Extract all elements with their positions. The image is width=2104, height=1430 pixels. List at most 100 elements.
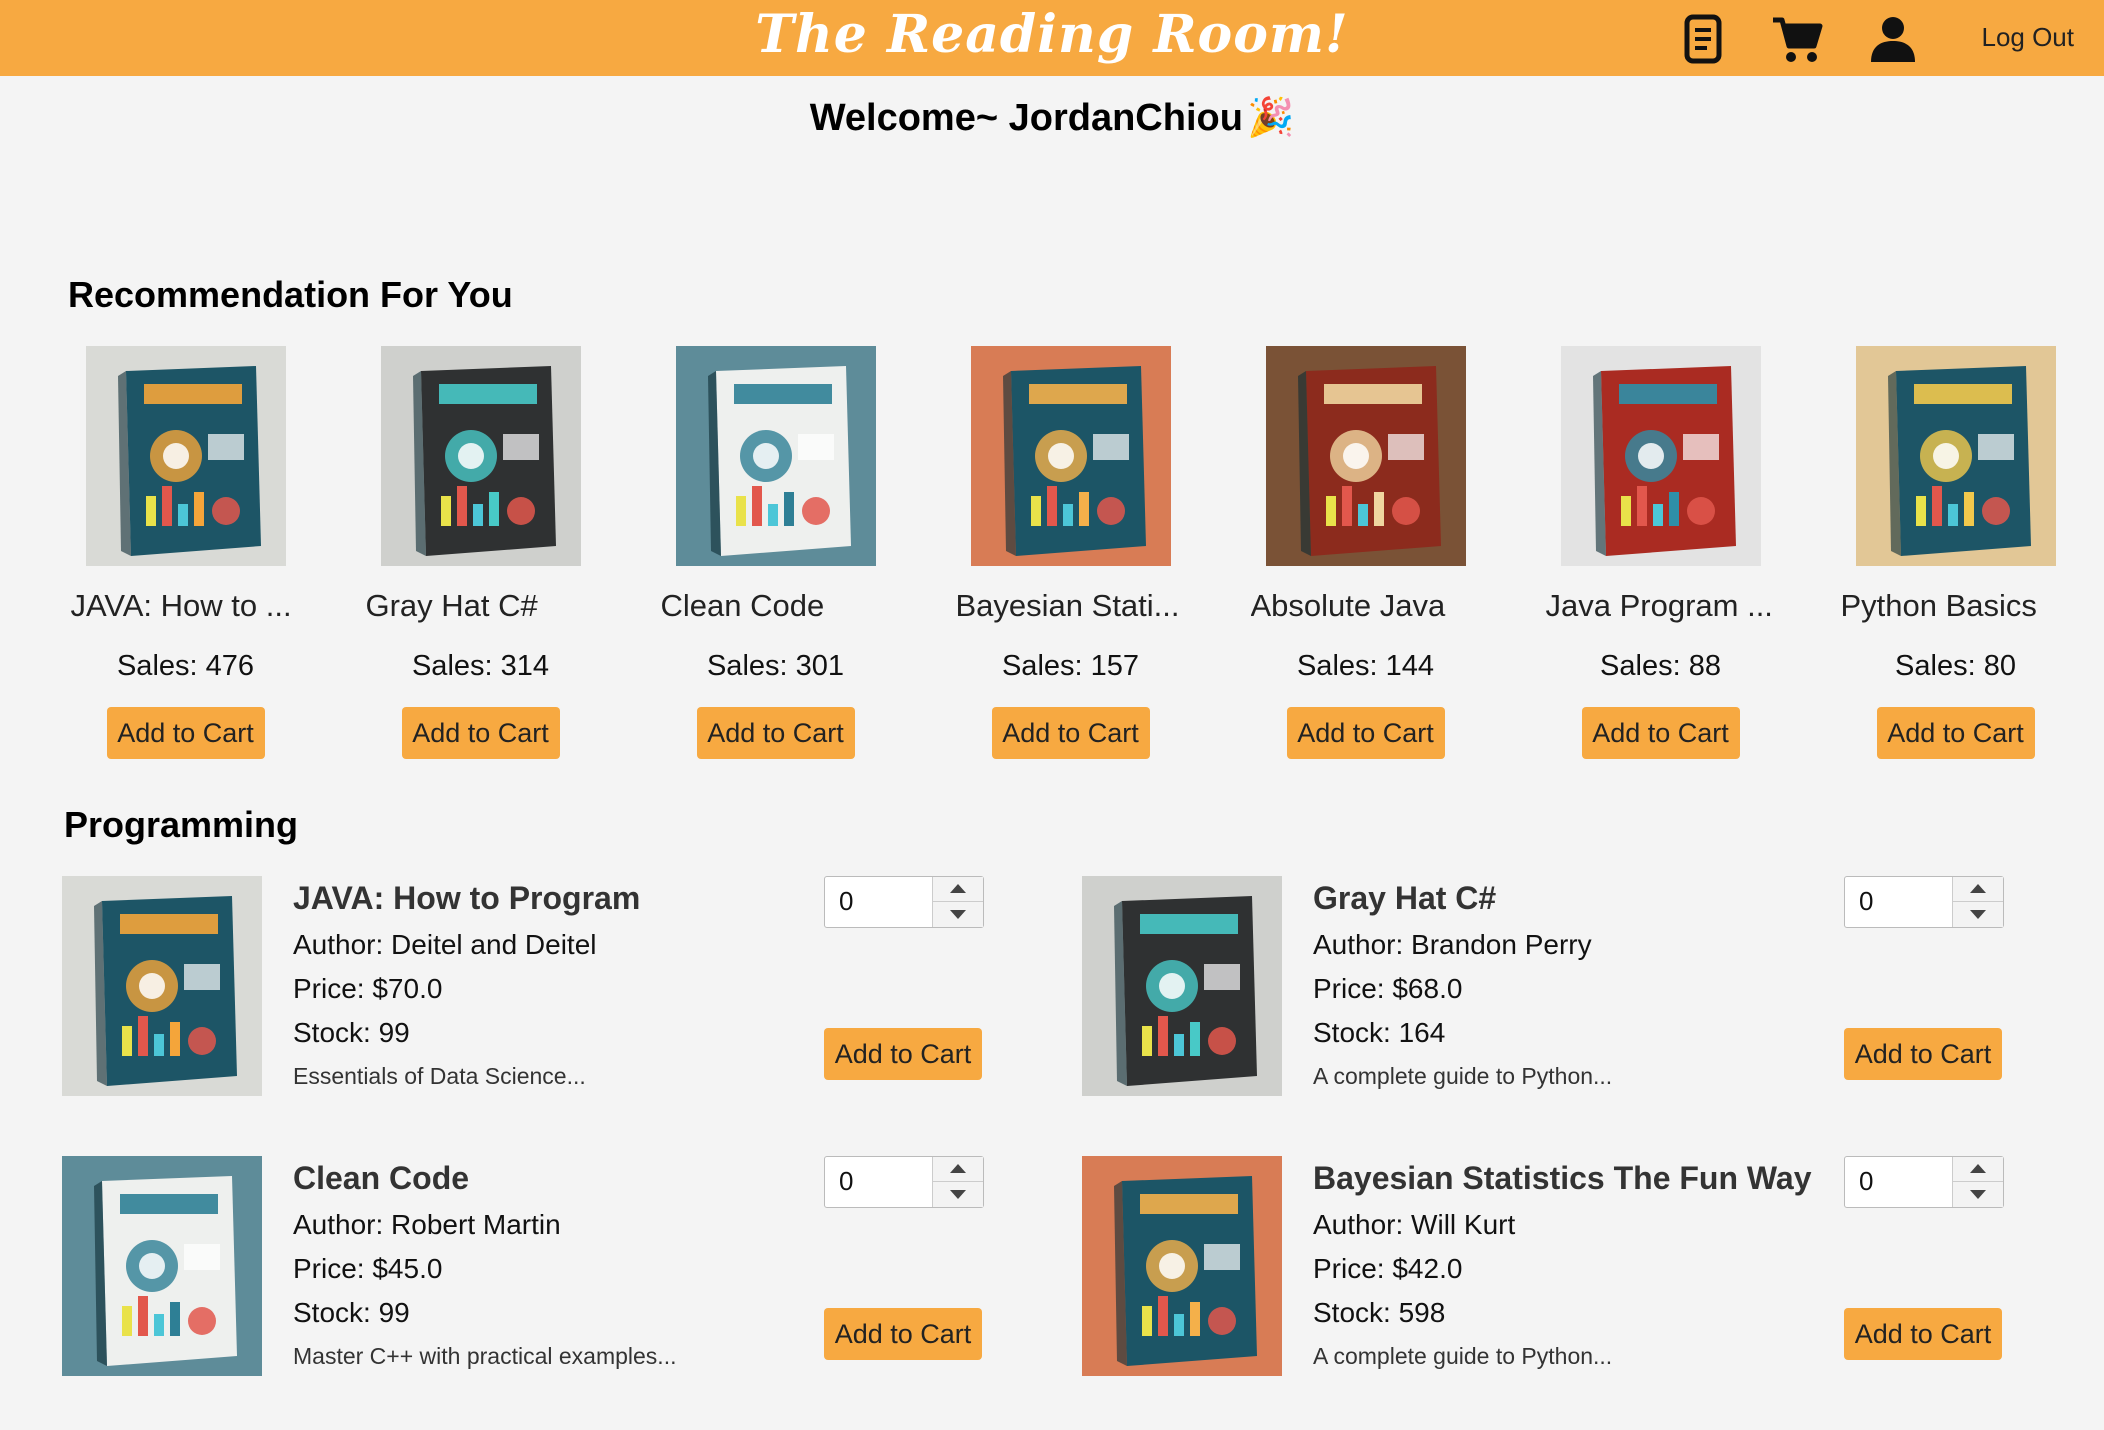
- add-to-cart-button[interactable]: Add to Cart: [106, 707, 265, 759]
- sales-count: Sales: 88: [1600, 650, 1721, 682]
- book-list-item: Clean Code Author: Robert Martin Price: …: [62, 1156, 1052, 1376]
- quantity-value[interactable]: 0: [1859, 886, 1873, 917]
- add-to-cart-button[interactable]: Add to Cart: [1844, 1028, 2002, 1080]
- book-title[interactable]: JAVA: How to Program: [293, 880, 640, 917]
- book-cover-image[interactable]: [1082, 876, 1282, 1096]
- book-stock: Stock: 598: [1313, 1297, 1446, 1328]
- book-cover-image[interactable]: [62, 876, 262, 1096]
- book-author: Author: Brandon Perry: [1313, 929, 1592, 960]
- book-description: Master C++ with practical examples...: [293, 1343, 677, 1369]
- add-to-cart-button[interactable]: Add to Cart: [824, 1308, 982, 1360]
- book-title[interactable]: Bayesian Stati...: [956, 588, 1186, 624]
- recommendation-card: Python Basics Sales: 80 Add to Cart: [1808, 346, 2103, 759]
- sales-count: Sales: 80: [1895, 650, 2016, 682]
- book-title[interactable]: Clean Code: [293, 1160, 676, 1197]
- decrement-arrow-icon[interactable]: [933, 1182, 983, 1206]
- recommendation-card: Clean Code Sales: 301 Add to Cart: [628, 346, 923, 759]
- book-cover-image[interactable]: [675, 346, 876, 566]
- quantity-spinner: [1952, 877, 2003, 927]
- recommendation-card: JAVA: How to ... Sales: 476 Add to Cart: [38, 346, 333, 759]
- book-list-item: JAVA: How to Program Author: Deitel and …: [62, 876, 1052, 1096]
- increment-arrow-icon[interactable]: [1953, 877, 2003, 902]
- sales-count: Sales: 144: [1296, 650, 1435, 682]
- book-title[interactable]: Bayesian Statistics The Fun Way: [1313, 1160, 1812, 1197]
- book-title[interactable]: Gray Hat C#: [366, 588, 596, 624]
- book-cover-image[interactable]: [85, 346, 286, 566]
- book-cover-image[interactable]: [380, 346, 581, 566]
- add-to-cart-button[interactable]: Add to Cart: [1286, 707, 1445, 759]
- book-stock: Stock: 164: [1313, 1017, 1446, 1048]
- recommendation-heading: Recommendation For You: [68, 274, 513, 315]
- quantity-stepper[interactable]: 0: [824, 1156, 984, 1208]
- book-cover-image[interactable]: [1082, 1156, 1282, 1376]
- welcome-message: Welcome~ JordanChiou 🎉: [0, 96, 2104, 140]
- sales-count: Sales: 314: [411, 650, 550, 682]
- recommendation-card: Bayesian Stati... Sales: 157 Add to Cart: [923, 346, 1218, 759]
- decrement-arrow-icon[interactable]: [1953, 1182, 2003, 1206]
- add-to-cart-button[interactable]: Add to Cart: [401, 707, 560, 759]
- quantity-value[interactable]: 0: [1859, 1166, 1873, 1197]
- book-list-item: Gray Hat C# Author: Brandon Perry Price:…: [1082, 876, 2072, 1096]
- book-cover-image[interactable]: [970, 346, 1171, 566]
- logout-link[interactable]: Log Out: [1981, 22, 2074, 53]
- increment-arrow-icon[interactable]: [1953, 1157, 2003, 1182]
- book-title[interactable]: Java Program ...: [1546, 588, 1776, 624]
- programming-heading: Programming: [64, 804, 299, 845]
- orders-icon[interactable]: [1676, 12, 1730, 66]
- increment-arrow-icon[interactable]: [933, 877, 983, 902]
- book-title[interactable]: Python Basics: [1841, 588, 2071, 624]
- book-cover-image[interactable]: [62, 1156, 262, 1376]
- book-cover-image[interactable]: [1560, 346, 1761, 566]
- book-stock: Stock: 99: [293, 1297, 410, 1328]
- book-description: A complete guide to Python...: [1313, 1343, 1613, 1369]
- quantity-spinner: [932, 1157, 983, 1207]
- book-details: Gray Hat C# Author: Brandon Perry Price:…: [1313, 876, 1612, 1090]
- quantity-stepper[interactable]: 0: [824, 876, 984, 928]
- book-cover-image[interactable]: [1265, 346, 1466, 566]
- book-price: Price: $42.0: [1313, 1253, 1463, 1284]
- add-to-cart-button[interactable]: Add to Cart: [1876, 707, 2035, 759]
- book-details: Clean Code Author: Robert Martin Price: …: [293, 1156, 676, 1370]
- book-title[interactable]: Clean Code: [661, 588, 891, 624]
- add-to-cart-button[interactable]: Add to Cart: [1844, 1308, 2002, 1360]
- user-icon[interactable]: [1866, 12, 1920, 66]
- book-description: A complete guide to Python...: [1313, 1063, 1613, 1089]
- book-description: Essentials of Data Science...: [293, 1063, 586, 1089]
- quantity-spinner: [932, 877, 983, 927]
- book-price: Price: $70.0: [293, 973, 443, 1004]
- top-navigation-bar: The Reading Room! Log Out: [0, 0, 2104, 76]
- recommendation-card: Absolute Java Sales: 144 Add to Cart: [1218, 346, 1513, 759]
- sales-count: Sales: 157: [1001, 650, 1140, 682]
- book-stock: Stock: 99: [293, 1017, 410, 1048]
- recommendation-card: Gray Hat C# Sales: 314 Add to Cart: [333, 346, 628, 759]
- add-to-cart-button[interactable]: Add to Cart: [991, 707, 1150, 759]
- book-author: Author: Deitel and Deitel: [293, 929, 597, 960]
- decrement-arrow-icon[interactable]: [1953, 902, 2003, 926]
- add-to-cart-button[interactable]: Add to Cart: [696, 707, 855, 759]
- book-price: Price: $68.0: [1313, 973, 1463, 1004]
- add-to-cart-button[interactable]: Add to Cart: [1581, 707, 1740, 759]
- add-to-cart-button[interactable]: Add to Cart: [824, 1028, 982, 1080]
- book-author: Author: Robert Martin: [293, 1209, 561, 1240]
- book-cover-image[interactable]: [1855, 346, 2056, 566]
- party-popper-icon: 🎉: [1246, 97, 1295, 139]
- sales-count: Sales: 476: [116, 650, 255, 682]
- quantity-stepper[interactable]: 0: [1844, 1156, 2004, 1208]
- quantity-value[interactable]: 0: [839, 886, 853, 917]
- book-title[interactable]: Absolute Java: [1251, 588, 1481, 624]
- book-title[interactable]: JAVA: How to ...: [71, 588, 301, 624]
- recommendation-card: Java Program ... Sales: 88 Add to Cart: [1513, 346, 1808, 759]
- welcome-text: Welcome~ JordanChiou: [809, 97, 1243, 139]
- book-details: JAVA: How to Program Author: Deitel and …: [293, 876, 640, 1090]
- cart-icon[interactable]: [1770, 12, 1824, 66]
- quantity-stepper[interactable]: 0: [1844, 876, 2004, 928]
- book-list-item: Bayesian Statistics The Fun Way Author: …: [1082, 1156, 2072, 1376]
- increment-arrow-icon[interactable]: [933, 1157, 983, 1182]
- book-price: Price: $45.0: [293, 1253, 443, 1284]
- book-title[interactable]: Gray Hat C#: [1313, 880, 1612, 917]
- decrement-arrow-icon[interactable]: [933, 902, 983, 926]
- book-details: Bayesian Statistics The Fun Way Author: …: [1313, 1156, 1812, 1370]
- sales-count: Sales: 301: [706, 650, 845, 682]
- quantity-value[interactable]: 0: [839, 1166, 853, 1197]
- book-author: Author: Will Kurt: [1313, 1209, 1516, 1240]
